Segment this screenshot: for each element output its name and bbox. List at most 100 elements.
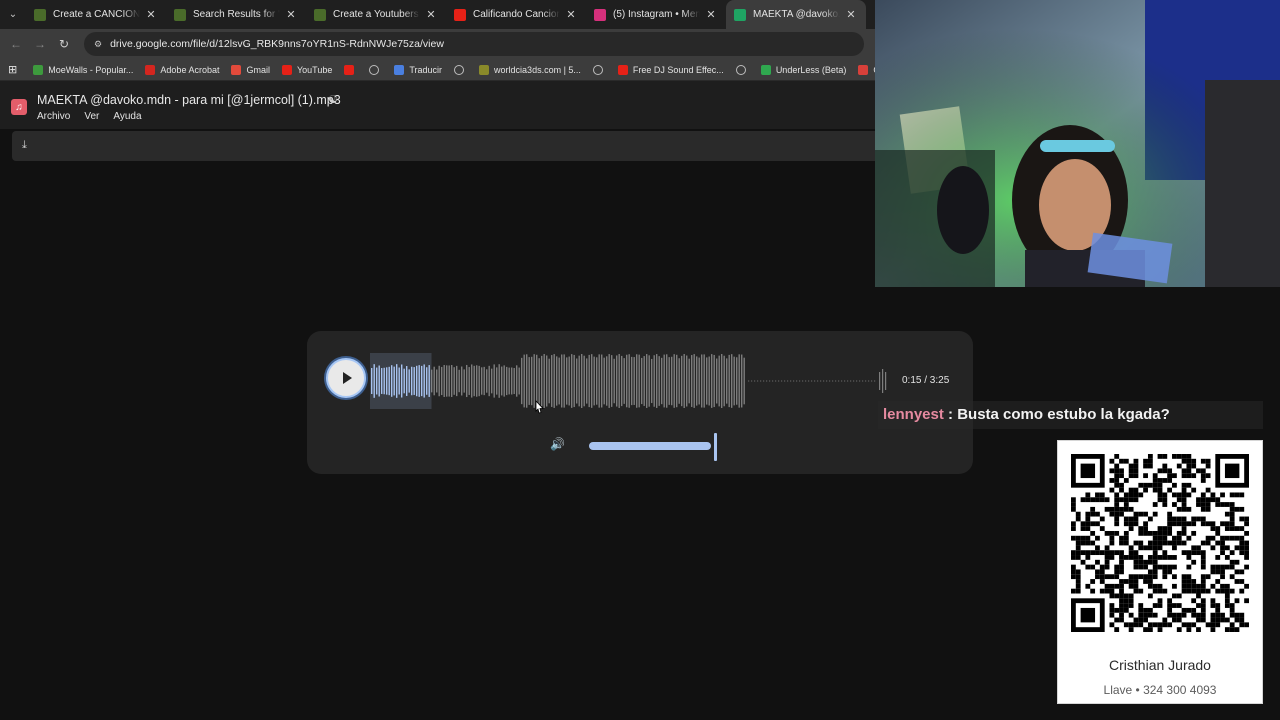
bookmark-item[interactable]	[369, 64, 384, 75]
waveform-bar	[461, 366, 463, 396]
waveform-bar	[521, 357, 523, 405]
waveform-bar	[483, 366, 485, 396]
waveform-bar	[736, 357, 738, 405]
menu-ver[interactable]: Ver	[84, 111, 99, 122]
tier-maker-icon	[314, 8, 326, 21]
tab-close-icon[interactable]: ✕	[844, 8, 858, 21]
bookmark-item[interactable]: MoeWalls - Popular...	[33, 64, 133, 75]
waveform-remaining-dot	[841, 380, 843, 382]
download-icon[interactable]: ⤓	[22, 139, 27, 152]
waveform-bar	[568, 356, 570, 406]
waveform-bar	[706, 357, 708, 405]
bookmark-item[interactable]: UnderLess (Beta)	[760, 64, 846, 75]
waveform-bar	[478, 365, 480, 397]
waveform-bar	[633, 357, 635, 405]
waveform-bar	[643, 356, 645, 406]
tab-search-chevron-icon[interactable]: ⌄	[0, 0, 26, 29]
waveform-bar	[443, 364, 445, 398]
waveform-bar	[651, 358, 653, 404]
waveform-bar	[656, 354, 658, 408]
tab-close-icon[interactable]: ✕	[284, 8, 298, 21]
tab-close-icon[interactable]: ✕	[564, 8, 578, 21]
waveform-bar	[646, 354, 648, 408]
waveform-bar	[511, 367, 513, 395]
bookmark-item[interactable]: worldcia3ds.com | 5...	[479, 64, 581, 75]
browser-tab[interactable]: Search Results for 'ezewiki ✕	[166, 0, 306, 29]
browser-tab[interactable]: (5) Instagram • Mensajes ✕	[586, 0, 726, 29]
volume-icon[interactable]: 🔊	[550, 437, 565, 451]
browser-tab[interactable]: Create a CANCIONES DE ✕	[26, 0, 166, 29]
google-drive-icon	[734, 8, 746, 21]
waveform-bar	[438, 365, 440, 397]
browser-tab[interactable]: Create a Youtubers de mú ✕	[306, 0, 446, 29]
waveform-bar	[698, 357, 700, 405]
waveform-bar	[538, 358, 540, 404]
waveform-bar	[471, 364, 473, 398]
waveform-bar	[653, 355, 655, 407]
bookmark-item[interactable]: YouTube	[281, 64, 332, 75]
waveform-bar	[879, 372, 881, 390]
waveform-bar	[496, 367, 498, 395]
bookmark-item[interactable]: Traducir	[394, 64, 442, 75]
bookmark-item[interactable]	[735, 64, 751, 75]
bookmark-item[interactable]: Free DJ Sound Effec...	[617, 64, 724, 75]
youtube-icon	[617, 64, 628, 75]
bookmark-item[interactable]: Adobe Acrobat	[145, 64, 219, 75]
back-arrow-icon[interactable]: ←	[4, 37, 28, 51]
waveform-bar	[503, 365, 505, 397]
waveform-remaining-dot	[844, 380, 846, 382]
waveform-seek-bar[interactable]	[370, 351, 890, 411]
waveform-remaining-dot	[826, 380, 828, 382]
waveform-bar	[451, 365, 453, 397]
waveform-remaining-dot	[778, 380, 780, 382]
menu-archivo[interactable]: Archivo	[37, 111, 70, 122]
tab-close-icon[interactable]: ✕	[424, 8, 438, 21]
audio-player: 0:15 / 3:25 🔊	[307, 331, 973, 474]
bookmark-item[interactable]	[454, 64, 469, 75]
volume-slider[interactable]	[589, 442, 711, 450]
tab-title: Create a Youtubers de mú	[333, 9, 420, 20]
tier-maker-icon	[34, 8, 46, 21]
reload-icon[interactable]: ↻	[52, 37, 76, 51]
qr-finder-center	[1224, 463, 1240, 479]
waveform-bar	[688, 358, 690, 404]
bookmark-item[interactable]: Gmail	[231, 64, 270, 75]
forward-arrow-icon[interactable]: →	[28, 37, 52, 51]
bookmark-label: worldcia3ds.com | 5...	[494, 64, 581, 75]
play-button[interactable]	[326, 358, 366, 398]
tab-close-icon[interactable]: ✕	[704, 8, 718, 21]
bookmark-item[interactable]	[344, 64, 359, 75]
waveform-bar	[491, 368, 493, 394]
waveform-bar	[885, 372, 887, 390]
waveform-remaining-dot	[853, 380, 855, 382]
waveform-bar	[882, 369, 884, 393]
file-viewer-header: ♫ MAEKTA @davoko.mdn - para mi [@1jermco…	[0, 81, 875, 129]
waveform-remaining-dot	[823, 380, 825, 382]
browser-tab[interactable]: MAEKTA @davoko.mdn - ✕	[726, 0, 866, 29]
volume-slider-thumb[interactable]	[714, 433, 717, 461]
waveform-bar	[711, 354, 713, 408]
underless-icon	[760, 64, 771, 75]
waveform-bar	[721, 354, 723, 408]
waveform-bar	[576, 358, 578, 404]
waveform-bar	[573, 354, 575, 408]
menu-ayuda[interactable]: Ayuda	[113, 111, 141, 122]
waveform-bar	[588, 354, 590, 408]
browser-tab[interactable]: Calificando Canciones de ✕	[446, 0, 586, 29]
waveform-bar	[448, 365, 450, 397]
waveform-bar	[703, 354, 705, 408]
address-bar[interactable]: ⚙ drive.google.com/file/d/12lsvG_RBK9nns…	[84, 32, 864, 56]
bookmark-item[interactable]	[592, 64, 608, 75]
shared-users-icon[interactable]: ☯	[328, 93, 338, 106]
waveform-bar	[738, 354, 740, 408]
bookmark-label: Gmail	[246, 64, 270, 75]
qr-code	[1071, 454, 1249, 632]
waveform-bar	[591, 354, 593, 408]
moewalls-icon	[33, 64, 44, 75]
tab-close-icon[interactable]: ✕	[144, 8, 158, 21]
apps-grid-icon[interactable]: ⊞	[8, 63, 17, 76]
waveform-bar	[598, 354, 600, 408]
waveform-remaining-dot	[793, 380, 795, 382]
youtube-icon	[454, 8, 466, 21]
site-info-icon[interactable]: ⚙	[94, 39, 102, 50]
